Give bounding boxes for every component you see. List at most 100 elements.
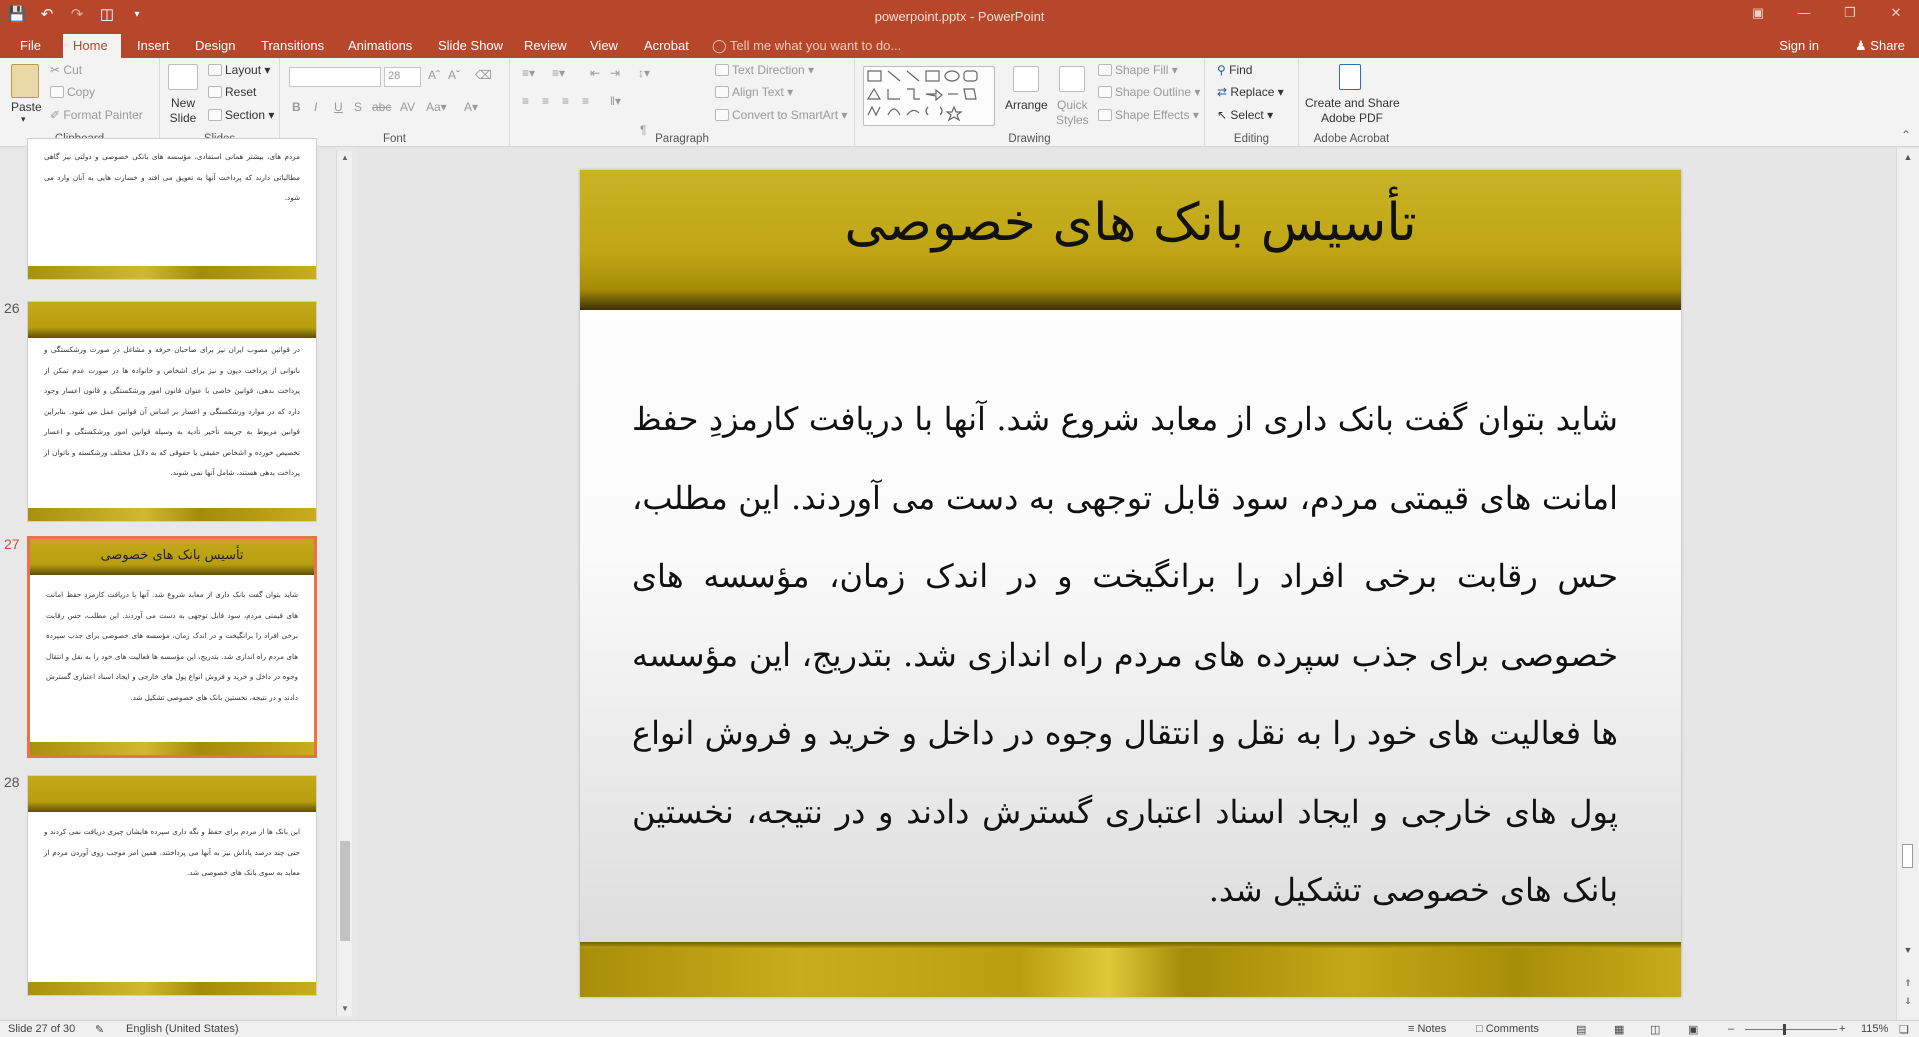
- thumbnail-scrollbar[interactable]: ▲ ▼: [336, 151, 352, 1016]
- current-slide[interactable]: تأسیس بانک های خصوصی شاید بتوان گفت بانک…: [580, 170, 1681, 997]
- zoom-in-icon[interactable]: +: [1839, 1023, 1845, 1035]
- tab-design[interactable]: Design: [185, 34, 245, 58]
- italic-icon[interactable]: I: [314, 100, 317, 114]
- slide-title[interactable]: تأسیس بانک های خصوصی: [580, 188, 1681, 258]
- decrease-indent-icon[interactable]: ⇤: [590, 66, 600, 80]
- align-center-icon[interactable]: ≡: [542, 94, 549, 108]
- maximize-icon[interactable]: ❐: [1827, 0, 1873, 28]
- quick-styles-icon[interactable]: [1059, 66, 1085, 92]
- tab-view[interactable]: View: [580, 34, 628, 58]
- tell-me-box[interactable]: ◯ Tell me what you want to do...: [712, 34, 901, 58]
- format-painter-button[interactable]: ✐ Format Painter: [50, 108, 143, 122]
- cut-button[interactable]: ✂ Cut: [50, 63, 82, 77]
- zoom-out-icon[interactable]: –: [1728, 1023, 1734, 1035]
- tab-acrobat[interactable]: Acrobat: [634, 34, 699, 58]
- justify-icon[interactable]: ≡: [582, 94, 589, 108]
- slide-thumbnail-26[interactable]: در قوانین مصوب ایران نیز برای صاحبان حرف…: [27, 301, 317, 522]
- scroll-up-icon[interactable]: ▲: [1900, 150, 1916, 164]
- line-spacing-icon[interactable]: ↕▾: [638, 66, 650, 80]
- slide-thumbnail-28[interactable]: این بانک ها از مردم برای حفظ و نگه داری …: [27, 775, 317, 996]
- paste-icon[interactable]: [11, 64, 39, 98]
- tab-insert[interactable]: Insert: [127, 34, 180, 58]
- tab-slide-show[interactable]: Slide Show: [428, 34, 513, 58]
- underline-icon[interactable]: U: [334, 100, 343, 114]
- slide-body-text[interactable]: شاید بتوان گفت بانک داری از معابد شروع ش…: [632, 380, 1618, 930]
- replace-button[interactable]: ⇄ Replace ▾: [1217, 85, 1284, 99]
- editor-scrollbar[interactable]: ▲ ▼ ⇑ ⇓: [1896, 148, 1919, 1020]
- shape-fill-button[interactable]: Shape Fill ▾: [1098, 63, 1178, 77]
- change-case-icon[interactable]: Aa▾: [426, 100, 447, 114]
- shape-outline-button[interactable]: Shape Outline ▾: [1098, 85, 1200, 99]
- zoom-level[interactable]: 115%: [1861, 1023, 1888, 1035]
- align-left-icon[interactable]: ≡: [522, 94, 529, 108]
- arrange-button[interactable]: Arrange: [1005, 98, 1048, 112]
- scroll-down-icon[interactable]: ▼: [1900, 943, 1916, 957]
- arrange-icon[interactable]: [1013, 66, 1039, 92]
- text-direction-button[interactable]: Text Direction ▾: [715, 63, 814, 77]
- paste-dropdown-icon[interactable]: ▾: [21, 114, 26, 125]
- align-text-button[interactable]: Align Text ▾: [715, 85, 793, 99]
- align-right-icon[interactable]: ≡: [562, 94, 569, 108]
- tab-transitions[interactable]: Transitions: [251, 34, 334, 58]
- scrollbar-thumb[interactable]: [1902, 844, 1913, 868]
- sign-in-link[interactable]: Sign in: [1779, 34, 1819, 58]
- smartart-button[interactable]: Convert to SmartArt ▾: [715, 108, 847, 122]
- fit-to-window-icon[interactable]: ❏: [1899, 1023, 1909, 1036]
- character-spacing-icon[interactable]: AV: [400, 100, 415, 114]
- normal-view-icon[interactable]: ▤: [1576, 1023, 1586, 1036]
- slideshow-view-icon[interactable]: ▣: [1688, 1023, 1698, 1036]
- increase-indent-icon[interactable]: ⇥: [610, 66, 620, 80]
- new-slide-icon[interactable]: [168, 64, 198, 90]
- shapes-gallery[interactable]: [863, 66, 995, 126]
- slide-thumbnail-27-selected[interactable]: تأسیس بانک های خصوصی شاید بتوان گفت بانک…: [27, 536, 317, 758]
- language-indicator[interactable]: English (United States): [126, 1023, 239, 1035]
- columns-icon[interactable]: ‖▾: [610, 94, 621, 108]
- collapse-ribbon-icon[interactable]: ⌃: [1901, 128, 1911, 142]
- reset-button[interactable]: Reset: [208, 85, 256, 99]
- tab-home[interactable]: Home: [63, 34, 121, 58]
- bold-icon[interactable]: B: [292, 100, 301, 114]
- tab-animations[interactable]: Animations: [338, 34, 422, 58]
- share-button[interactable]: ♟ Share: [1855, 34, 1905, 58]
- decrease-font-icon[interactable]: Aˇ: [448, 68, 460, 82]
- notes-button[interactable]: ≡ Notes: [1408, 1023, 1446, 1035]
- zoom-slider-thumb[interactable]: [1783, 1024, 1786, 1035]
- shadow-icon[interactable]: S: [354, 100, 362, 114]
- quick-styles-button[interactable]: Quick Styles: [1056, 98, 1089, 128]
- close-icon[interactable]: ✕: [1873, 0, 1919, 28]
- next-slide-icon[interactable]: ⇓: [1900, 994, 1916, 1008]
- zoom-slider[interactable]: [1745, 1029, 1837, 1030]
- new-slide-button[interactable]: New Slide: [168, 96, 198, 126]
- slide-count: Slide 27 of 30: [8, 1023, 76, 1035]
- increase-font-icon[interactable]: Aˆ: [428, 68, 440, 82]
- shape-effects-button[interactable]: Shape Effects ▾: [1098, 108, 1199, 122]
- bullets-icon[interactable]: ≡▾: [522, 66, 535, 80]
- slide-sorter-icon[interactable]: ▦: [1614, 1023, 1624, 1036]
- reading-view-icon[interactable]: ◫: [1650, 1023, 1660, 1036]
- copy-button[interactable]: Copy: [50, 85, 95, 99]
- paste-button[interactable]: Paste: [11, 100, 42, 114]
- scroll-up-icon[interactable]: ▲: [337, 151, 353, 165]
- strikethrough-icon[interactable]: abc: [372, 100, 391, 114]
- pdf-icon[interactable]: [1339, 64, 1361, 90]
- clear-formatting-icon[interactable]: ⌫: [475, 68, 492, 82]
- comments-button[interactable]: □ Comments: [1476, 1023, 1539, 1035]
- ribbon-display-icon[interactable]: ▣: [1735, 0, 1781, 28]
- tab-file[interactable]: File: [10, 34, 51, 58]
- minimize-icon[interactable]: —: [1781, 0, 1827, 28]
- font-size-input[interactable]: 28: [384, 67, 421, 87]
- slide-thumbnail-25[interactable]: مردم های، بیشتر همانی استفادی، مؤسسه های…: [27, 138, 317, 280]
- tab-review[interactable]: Review: [514, 34, 577, 58]
- previous-slide-icon[interactable]: ⇑: [1900, 976, 1916, 990]
- numbering-icon[interactable]: ≡▾: [552, 66, 565, 80]
- layout-button[interactable]: Layout ▾: [208, 63, 270, 77]
- find-button[interactable]: ⚲ Find: [1217, 63, 1252, 77]
- select-button[interactable]: ↖ Select ▾: [1217, 108, 1273, 122]
- font-name-input[interactable]: [289, 67, 381, 87]
- section-button[interactable]: Section ▾: [208, 108, 274, 122]
- scroll-down-icon[interactable]: ▼: [337, 1002, 353, 1016]
- font-color-icon[interactable]: A▾: [464, 100, 478, 114]
- create-pdf-button[interactable]: Create and Share Adobe PDF: [1305, 96, 1400, 126]
- scrollbar-thumb[interactable]: [340, 841, 350, 941]
- spell-check-icon[interactable]: ✎: [95, 1023, 104, 1036]
